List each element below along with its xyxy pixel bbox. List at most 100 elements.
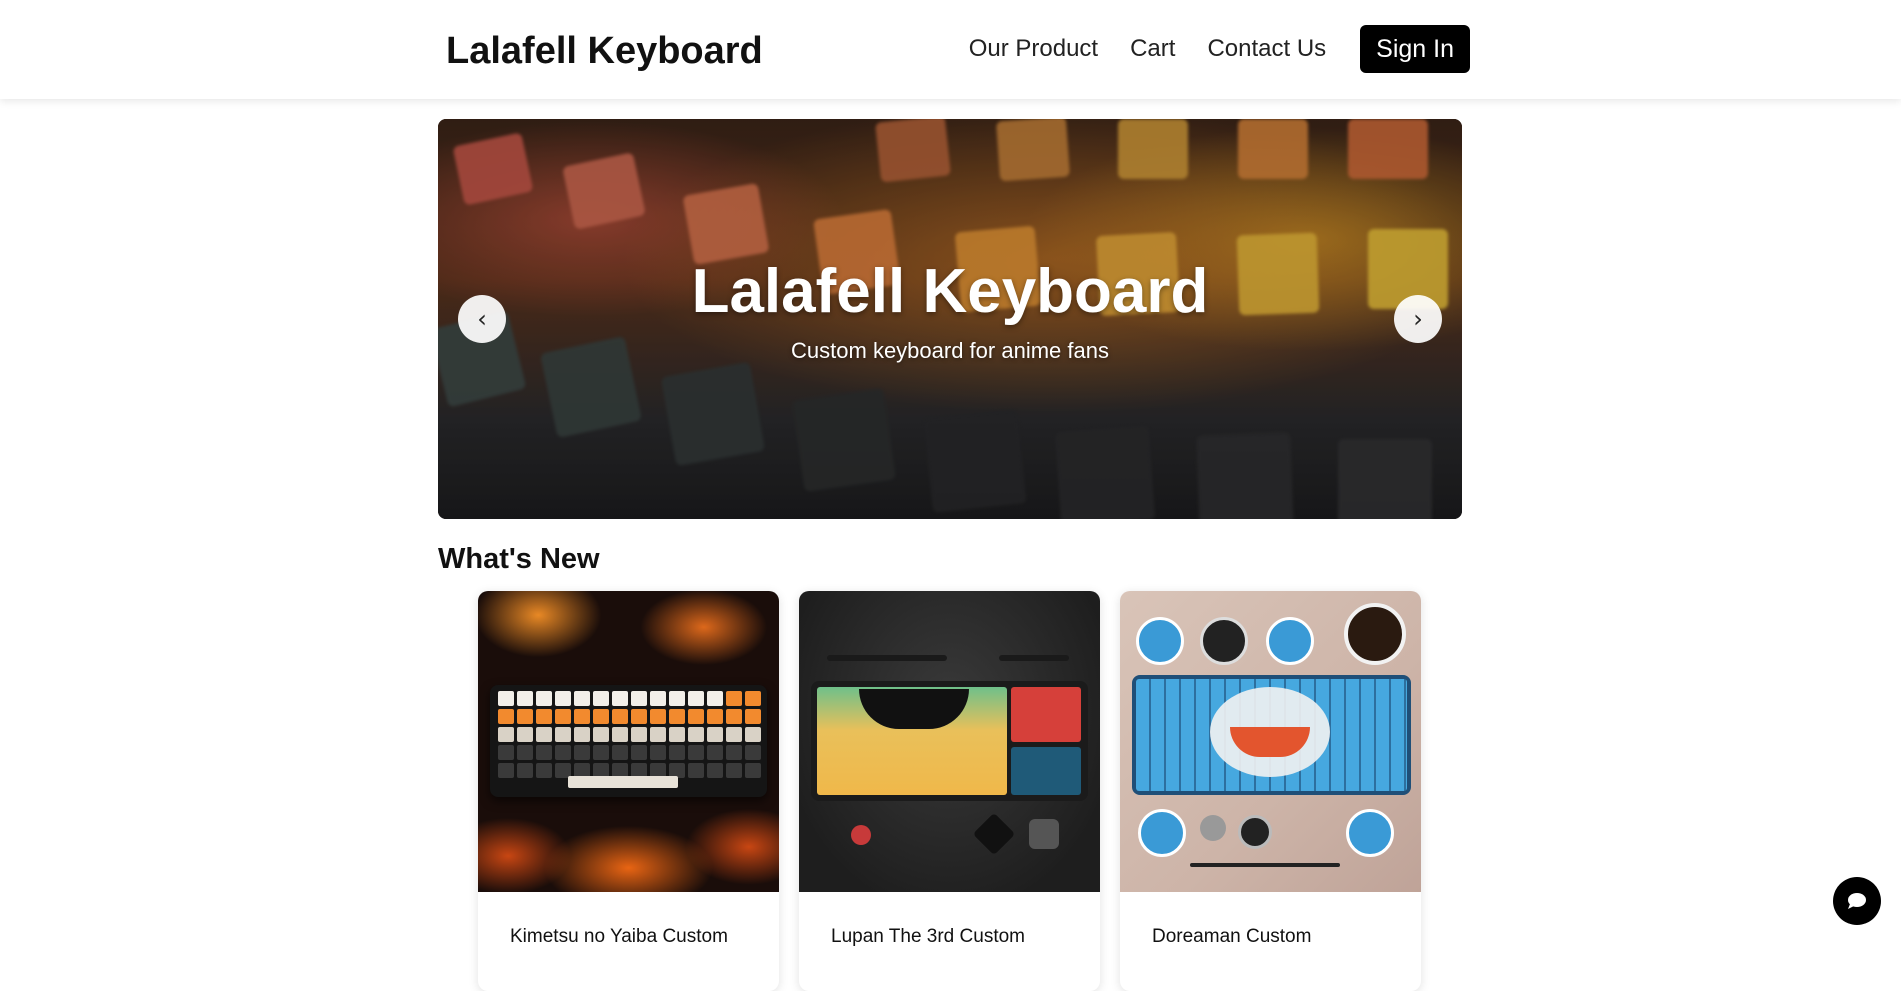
keycap	[707, 691, 723, 706]
keycap	[631, 691, 647, 706]
keycap	[745, 727, 761, 742]
product-title[interactable]: Doreaman Custom	[1152, 925, 1311, 949]
keycap	[555, 691, 571, 706]
keycap	[574, 745, 590, 760]
sign-in-button[interactable]: Sign In	[1360, 25, 1470, 73]
keycap	[650, 709, 666, 724]
keycap	[745, 745, 761, 760]
knob-decoration	[851, 825, 871, 845]
keycap-block	[1011, 687, 1081, 742]
decor-bar	[827, 655, 947, 661]
keycap	[745, 763, 761, 778]
badge-decoration	[1136, 617, 1184, 665]
pen-decoration	[1190, 863, 1340, 867]
keycap	[688, 709, 704, 724]
green-yellow-keyboard-image[interactable]	[799, 591, 1100, 892]
chat-bubble-icon	[1848, 893, 1866, 909]
keycap	[612, 745, 628, 760]
keycap	[631, 727, 647, 742]
coffee-decoration	[1344, 603, 1406, 665]
keycap	[707, 745, 723, 760]
product-card[interactable]: Doreaman Custom	[1120, 591, 1421, 991]
keycap	[555, 745, 571, 760]
chat-button[interactable]	[1833, 877, 1881, 925]
keycap	[536, 709, 552, 724]
keycap	[536, 763, 552, 778]
keycap	[498, 727, 514, 742]
hero-subtitle: Custom keyboard for anime fans	[791, 338, 1109, 363]
spacebar	[568, 776, 678, 788]
keycap	[688, 691, 704, 706]
product-card[interactable]: Kimetsu no Yaiba Custom	[478, 591, 779, 991]
whats-new-heading: What's New	[438, 543, 600, 575]
keycap	[593, 727, 609, 742]
flame-keyboard-image[interactable]	[478, 591, 779, 892]
keycap	[669, 691, 685, 706]
keycap	[745, 709, 761, 724]
keycap	[555, 727, 571, 742]
product-card[interactable]: Lupan The 3rd Custom	[799, 591, 1100, 991]
product-list: Kimetsu no Yaiba Custom Lupan The 3rd Cu…	[478, 591, 1421, 991]
keycap	[745, 691, 761, 706]
keycap	[498, 745, 514, 760]
badge-decoration	[1238, 815, 1272, 849]
keycap	[517, 745, 533, 760]
keycap	[593, 709, 609, 724]
keycap	[650, 727, 666, 742]
keycap	[688, 745, 704, 760]
site-header: Lalafell Keyboard Our Product Cart Conta…	[0, 0, 1901, 99]
nav-cart[interactable]: Cart	[1130, 25, 1175, 73]
keycap	[574, 727, 590, 742]
badge-decoration	[1200, 815, 1226, 841]
keycap	[726, 745, 742, 760]
keycap	[650, 691, 666, 706]
keycap	[536, 691, 552, 706]
keycap	[669, 745, 685, 760]
keycap	[650, 745, 666, 760]
keycap	[593, 745, 609, 760]
keycap	[707, 727, 723, 742]
badge-decoration	[1346, 809, 1394, 857]
keycap	[498, 709, 514, 724]
keycap	[593, 691, 609, 706]
badge-decoration	[1266, 617, 1314, 665]
hero-title: Lalafell Keyboard	[691, 257, 1209, 326]
keycap-block	[1011, 747, 1081, 795]
keycap-grid	[498, 691, 761, 778]
keycap	[612, 727, 628, 742]
brand-logo[interactable]: Lalafell Keyboard	[446, 28, 763, 74]
nav-our-product[interactable]: Our Product	[969, 25, 1098, 73]
blue-keyboard-image[interactable]	[1120, 591, 1421, 892]
product-title[interactable]: Kimetsu no Yaiba Custom	[510, 925, 728, 949]
nav-contact-us[interactable]: Contact Us	[1207, 25, 1326, 73]
product-title[interactable]: Lupan The 3rd Custom	[831, 925, 1025, 949]
carousel-prev-button[interactable]: ‹	[458, 295, 506, 343]
keycap	[574, 691, 590, 706]
keycap	[536, 727, 552, 742]
keycap	[612, 709, 628, 724]
keycap	[517, 763, 533, 778]
keycap	[517, 691, 533, 706]
keycap	[517, 727, 533, 742]
keycap	[631, 745, 647, 760]
keycap	[669, 727, 685, 742]
keycap	[726, 763, 742, 778]
knob-decoration	[1029, 819, 1059, 849]
keycap	[726, 709, 742, 724]
hero-carousel: Lalafell Keyboard Custom keyboard for an…	[438, 119, 1462, 519]
keycap	[688, 727, 704, 742]
keycap	[574, 709, 590, 724]
keycap	[669, 709, 685, 724]
keycap	[707, 709, 723, 724]
keycap	[612, 691, 628, 706]
keycap	[498, 763, 514, 778]
badge-decoration	[1138, 809, 1186, 857]
keycap	[536, 745, 552, 760]
decor-bar	[999, 655, 1069, 661]
carousel-next-button[interactable]: ›	[1394, 295, 1442, 343]
keycap	[707, 763, 723, 778]
keycap	[555, 709, 571, 724]
keycap	[498, 691, 514, 706]
knob-decoration	[972, 812, 1016, 856]
main-nav: Our Product Cart Contact Us Sign In	[969, 25, 1470, 73]
